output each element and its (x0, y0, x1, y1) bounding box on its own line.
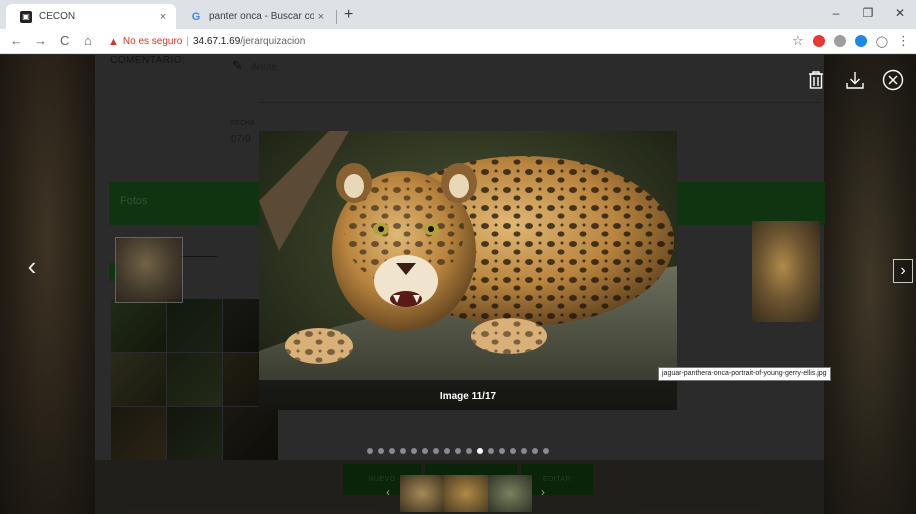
close-lightbox-icon[interactable] (881, 69, 905, 96)
reload-icon[interactable]: C (60, 32, 69, 50)
browser-menu-icon[interactable]: ⋮ (897, 33, 910, 49)
url-host: 34.67.1.69 (192, 36, 241, 47)
pagination-dot[interactable] (422, 448, 428, 454)
browser-tab-bar: ▣ CECON × G panter onca - Buscar con Goo… (0, 0, 916, 29)
strip-thumbnail[interactable] (488, 475, 532, 512)
pagination-dot[interactable] (367, 448, 373, 454)
lightbox-overlay[interactable]: ‹ › Image 11/17 jaguar-panthera-onca-por… (0, 55, 916, 514)
extension-gray-icon[interactable] (833, 35, 846, 47)
extensions-area: ☆ ◯ ⋮ (792, 33, 910, 49)
extension-red-icon[interactable] (812, 35, 825, 47)
tab-title: panter onca - Buscar con Google (209, 11, 314, 22)
address-bar[interactable]: ▲ No es seguro | 34.67.1.69 /jerarquizac… (108, 32, 768, 51)
cecon-favicon-icon: ▣ (20, 10, 32, 23)
close-window-button[interactable]: ✕ (884, 0, 916, 29)
browser-toolbar: ← → C ⌂ ▲ No es seguro | 34.67.1.69 /jer… (0, 29, 916, 54)
tab-separator (336, 10, 337, 24)
pagination-dot[interactable] (444, 448, 450, 454)
next-image-preview[interactable] (752, 221, 820, 322)
pagination-dot[interactable] (543, 448, 549, 454)
pagination-dot[interactable] (433, 448, 439, 454)
security-label[interactable]: No es seguro (123, 36, 182, 47)
pagination-dot[interactable] (488, 448, 494, 454)
pagination-dot[interactable] (466, 448, 472, 454)
strip-thumbnail[interactable] (400, 475, 444, 512)
thumbstrip-next-icon[interactable]: › (541, 485, 545, 499)
pagination-dot[interactable] (499, 448, 505, 454)
lightbox-main-image: Image 11/17 (259, 131, 677, 410)
profile-icon[interactable]: ◯ (876, 35, 888, 48)
bookmark-star-icon[interactable]: ☆ (792, 33, 804, 49)
pagination-dot[interactable] (400, 448, 406, 454)
thumbnail-strip (400, 475, 532, 512)
pagination-dot[interactable] (389, 448, 395, 454)
screen: ▣ CECON × G panter onca - Buscar con Goo… (0, 0, 916, 514)
url-separator: | (186, 36, 189, 47)
new-tab-button[interactable]: + (344, 5, 353, 25)
google-favicon-icon: G (191, 10, 201, 23)
pagination-dot[interactable] (455, 448, 461, 454)
strip-thumbnail[interactable] (444, 475, 488, 512)
filename-tooltip: jaguar-panthera-onca-portrait-of-young-g… (658, 367, 831, 381)
delete-icon[interactable] (805, 70, 827, 95)
warning-icon: ▲ (108, 35, 119, 48)
pagination-dots (367, 448, 549, 454)
tab-close-icon[interactable]: × (314, 11, 328, 23)
extension-blue-shield-icon[interactable] (854, 35, 867, 47)
pagination-dot[interactable] (510, 448, 516, 454)
window-controls: – ❐ ✕ (820, 0, 916, 29)
home-icon[interactable]: ⌂ (84, 32, 92, 50)
pagination-dot[interactable] (532, 448, 538, 454)
jaguar-photo-illustration (259, 131, 677, 410)
pagination-dot[interactable] (378, 448, 384, 454)
image-counter-caption: Image 11/17 (439, 391, 497, 402)
tab-google-search[interactable]: G panter onca - Buscar con Google × (176, 4, 334, 29)
tab-close-icon[interactable]: × (156, 11, 170, 23)
thumbstrip-prev-icon[interactable]: ‹ (386, 485, 390, 499)
pagination-dot[interactable] (411, 448, 417, 454)
previous-image-button[interactable]: ‹ (22, 253, 42, 279)
forward-icon[interactable]: → (34, 32, 47, 50)
pagination-dot-active[interactable] (477, 448, 483, 454)
next-image-button[interactable]: › (893, 259, 913, 283)
maximize-button[interactable]: ❐ (852, 0, 884, 29)
tab-cecon[interactable]: ▣ CECON × (6, 4, 176, 29)
download-icon[interactable] (843, 70, 867, 95)
tab-title: CECON (39, 11, 76, 22)
url-path: /jerarquizacion (240, 36, 306, 47)
back-icon[interactable]: ← (10, 32, 23, 50)
previous-image-preview[interactable] (115, 237, 183, 303)
minimize-button[interactable]: – (820, 0, 852, 29)
pagination-dot[interactable] (521, 448, 527, 454)
